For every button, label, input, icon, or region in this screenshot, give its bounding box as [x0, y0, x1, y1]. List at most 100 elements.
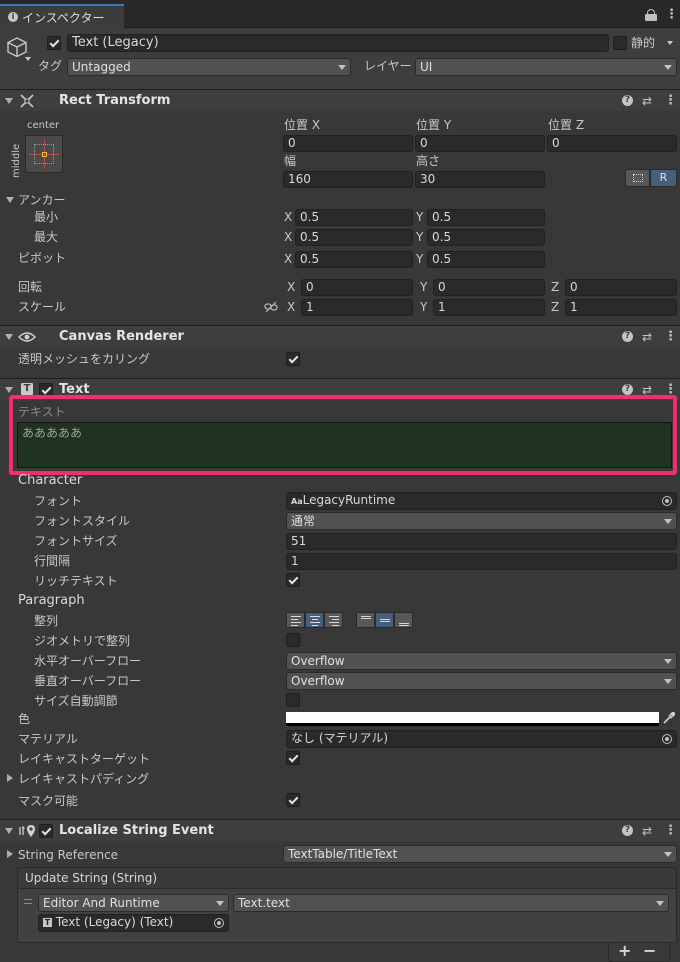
static-checkbox[interactable]	[613, 36, 627, 50]
cull-transparent-checkbox[interactable]	[286, 352, 300, 366]
layer-label: レイヤー	[364, 59, 412, 73]
tag-dropdown[interactable]: Untagged	[67, 58, 351, 76]
help-icon[interactable]: ?	[622, 825, 633, 836]
best-fit-checkbox[interactable]	[286, 693, 300, 707]
raw-edit-button[interactable]: R	[650, 169, 677, 187]
pivot-y-field[interactable]: 0.5	[427, 251, 545, 268]
target-object-field[interactable]: T Text (Legacy) (Text)	[38, 914, 229, 932]
add-button[interactable]: +	[618, 942, 631, 960]
rich-text-checkbox[interactable]	[286, 573, 300, 587]
pos-y-field[interactable]: 0	[415, 135, 545, 152]
pivot-label: ピボット	[18, 251, 67, 265]
object-picker-icon[interactable]	[662, 496, 672, 506]
text-area[interactable]: あああああ	[17, 422, 672, 468]
help-icon[interactable]: ?	[622, 331, 633, 342]
inspector-tab[interactable]: i インスペクター	[0, 4, 124, 29]
scale-x-field[interactable]: 1	[301, 299, 413, 316]
object-name-field[interactable]: Text (Legacy)	[67, 34, 609, 52]
font-field[interactable]: AaLegacyRuntime	[286, 492, 677, 510]
maskable-checkbox[interactable]	[286, 793, 300, 807]
anchor-max-x-field[interactable]: 0.5	[295, 229, 413, 246]
anchor-preset-button[interactable]	[25, 135, 63, 173]
scale-z-field[interactable]: 1	[565, 299, 677, 316]
pos-y-label: 位置 Y	[416, 118, 452, 132]
rotation-z-field[interactable]: 0	[565, 279, 677, 296]
object-picker-icon[interactable]	[662, 734, 672, 744]
align-center-button[interactable]	[305, 612, 324, 628]
anchor-min-x-field[interactable]: 0.5	[295, 209, 413, 226]
canvas-renderer-header[interactable]: Canvas Renderer ? ⇄ ⋮	[0, 325, 680, 347]
chevron-down-icon	[664, 519, 672, 524]
height-label: 高さ	[416, 154, 441, 168]
rotation-y-field[interactable]: 0	[433, 279, 545, 296]
preset-icon[interactable]: ⇄	[642, 95, 652, 107]
object-active-checkbox[interactable]	[47, 36, 61, 50]
component-title: Canvas Renderer	[59, 329, 184, 344]
vertical-overflow-label: 垂直オーバーフロー	[34, 674, 142, 688]
scale-y-field[interactable]: 1	[433, 299, 545, 316]
pos-x-field[interactable]: 0	[283, 135, 413, 152]
align-geometry-checkbox[interactable]	[286, 633, 300, 647]
menu-icon[interactable]: ⋮	[665, 8, 678, 21]
localize-header[interactable]: Localize String Event ? ⇄ ⋮	[0, 819, 680, 841]
align-right-button[interactable]	[324, 612, 343, 628]
anchor-max-y-field[interactable]: 0.5	[427, 229, 545, 246]
rotation-x-field[interactable]: 0	[301, 279, 413, 296]
width-field[interactable]: 160	[283, 171, 413, 188]
anchor-min-label: 最小	[34, 210, 59, 224]
align-top-button[interactable]	[356, 612, 375, 628]
object-picker-icon[interactable]	[214, 918, 224, 928]
scale-z-axis: Z	[551, 300, 560, 314]
static-dropdown-arrow[interactable]	[667, 41, 673, 45]
foldout-arrow-icon[interactable]	[5, 387, 13, 393]
horizontal-align-group	[286, 612, 346, 628]
string-reference-dropdown[interactable]: TextTable/TitleText	[283, 845, 677, 863]
cull-transparent-label: 透明メッシュをカリング	[18, 352, 151, 366]
target-object-value: Text (Legacy) (Text)	[55, 915, 174, 929]
foldout-arrow-icon[interactable]	[5, 828, 13, 834]
anchor-min-y-field[interactable]: 0.5	[427, 209, 545, 226]
font-size-field[interactable]: 51	[286, 533, 677, 550]
rect-transform-icon	[20, 94, 34, 108]
raycast-target-checkbox[interactable]	[286, 751, 300, 765]
drag-handle-icon[interactable]	[24, 899, 32, 904]
foldout-arrow-icon[interactable]	[5, 98, 13, 104]
string-reference-foldout-icon[interactable]	[7, 850, 13, 858]
font-label: フォント	[34, 494, 83, 508]
rotation-z-axis: Z	[551, 280, 560, 294]
function-dropdown[interactable]: Text.text	[233, 894, 669, 912]
kebab-icon[interactable]: ⋮	[664, 94, 677, 107]
pivot-x-field[interactable]: 0.5	[295, 251, 413, 268]
remove-button[interactable]: −	[643, 942, 656, 960]
help-icon[interactable]: ?	[622, 95, 633, 106]
blueprint-mode-button[interactable]	[625, 169, 650, 187]
horizontal-overflow-dropdown[interactable]: Overflow	[286, 652, 677, 670]
preset-icon[interactable]: ⇄	[642, 331, 652, 343]
rotation-x-axis: X	[287, 280, 296, 294]
pos-z-field[interactable]: 0	[547, 135, 677, 152]
color-field[interactable]	[286, 712, 659, 726]
kebab-icon[interactable]: ⋮	[664, 824, 677, 837]
material-field[interactable]: なし (マテリアル)	[286, 730, 677, 748]
string-reference-label: String Reference	[18, 848, 119, 862]
raycast-padding-foldout-icon[interactable]	[7, 774, 13, 782]
link-icon[interactable]	[264, 301, 278, 313]
line-spacing-field[interactable]: 1	[286, 553, 677, 570]
help-icon[interactable]: ?	[622, 384, 633, 395]
align-middle-button[interactable]	[375, 612, 394, 628]
rect-transform-header[interactable]: Rect Transform ? ⇄ ⋮	[0, 89, 680, 111]
runtime-mode-dropdown[interactable]: Editor And Runtime	[38, 894, 229, 912]
vertical-overflow-dropdown[interactable]: Overflow	[286, 672, 677, 690]
layer-dropdown[interactable]: UI	[415, 58, 677, 76]
font-style-dropdown[interactable]: 通常	[286, 512, 677, 530]
kebab-icon[interactable]: ⋮	[664, 330, 677, 343]
localize-enabled-checkbox[interactable]	[39, 824, 53, 838]
height-field[interactable]: 30	[415, 171, 545, 188]
anchors-foldout-icon[interactable]	[6, 197, 14, 203]
eyedropper-icon[interactable]	[662, 712, 675, 725]
preset-icon[interactable]: ⇄	[642, 825, 652, 837]
foldout-arrow-icon[interactable]	[5, 334, 13, 340]
cube-dropdown-arrow[interactable]	[25, 57, 31, 61]
align-left-button[interactable]	[286, 612, 305, 628]
align-bottom-button[interactable]	[394, 612, 413, 628]
